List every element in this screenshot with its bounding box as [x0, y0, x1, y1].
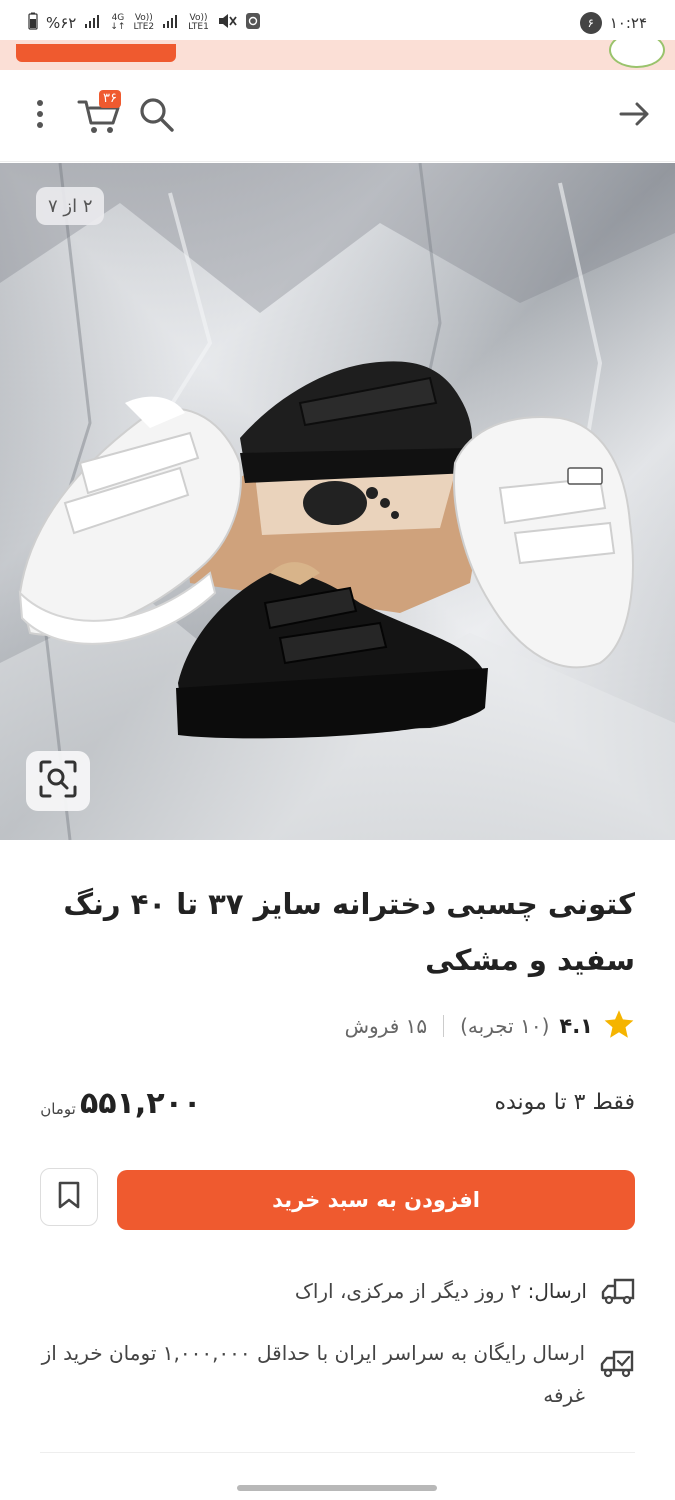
product-details: کتونی چسبی دخترانه سایز ۳۷ تا ۴۰ رنگ سفی…	[0, 840, 675, 1500]
battery-icon	[28, 12, 38, 34]
product-title: کتونی چسبی دخترانه سایز ۳۷ تا ۴۰ رنگ سفی…	[63, 887, 635, 977]
free-shipping-text: ارسال رایگان به سراسر ایران با حداقل ۱,۰…	[41, 1341, 585, 1407]
free-shipping-truck-icon	[599, 1348, 635, 1384]
divider-line	[40, 1452, 635, 1453]
divider	[443, 1015, 445, 1037]
star-icon	[603, 1009, 635, 1044]
zoom-button[interactable]	[26, 751, 90, 811]
stock-remaining: فقط ۳ تا مونده	[494, 1090, 635, 1115]
image-counter: ۲ از ۷	[36, 187, 105, 225]
sales-count: ۱۵ فروش	[344, 1014, 428, 1038]
clock: ۱۰:۲۴	[609, 14, 647, 32]
lte1-indicator: Vo)) LTE1	[188, 13, 209, 32]
search-icon	[136, 94, 176, 138]
rating-row[interactable]: ۴.۱ (۱۰ تجربه) ۱۵ فروش	[345, 1008, 635, 1044]
add-to-cart-button[interactable]: افزودن به سبد خرید	[117, 1170, 635, 1230]
network-4g: 4G ↓↑	[110, 13, 126, 32]
free-shipping-info: ارسال رایگان به سراسر ایران با حداقل ۱,۰…	[37, 1332, 635, 1416]
review-count: (۱۰ تجربه)	[460, 1014, 550, 1038]
cart-button[interactable]: ۳۶	[76, 90, 124, 140]
cart-count-badge: ۳۶	[99, 90, 121, 108]
promo-chip	[16, 44, 176, 62]
signal-icon-2	[162, 13, 180, 33]
shipping-detail: ۲ روز دیگر از مرکزی، اراک	[294, 1279, 522, 1303]
promo-logo	[609, 40, 665, 68]
truck-icon	[601, 1276, 635, 1310]
home-indicator[interactable]	[237, 1485, 437, 1491]
notification-badge: ۶	[579, 12, 602, 34]
battery-percent: %۶۲	[46, 14, 77, 32]
rating-value: ۴.۱	[559, 1014, 593, 1038]
shipping-text: ارسال: ۲ روز دیگر از مرکزی، اراک	[295, 1270, 587, 1312]
more-vertical-icon	[35, 99, 45, 133]
status-right: ۶ ۱۰:۲۴	[579, 10, 647, 36]
shipping-label: ارسال:	[527, 1279, 587, 1303]
price: ۵۵۱,۲۰۰	[80, 1086, 202, 1121]
back-button[interactable]	[611, 92, 659, 140]
signal-icon	[84, 13, 102, 33]
cart-icon: ۳۶	[77, 90, 123, 136]
top-app-bar: ۳۶	[0, 70, 675, 162]
image-search-icon	[38, 759, 78, 803]
promo-banner[interactable]	[0, 40, 675, 70]
status-left: %۶۲ 4G ↓↑ Vo)) LTE2 Vo)) LTE1	[28, 10, 261, 36]
status-bar: %۶۲ 4G ↓↑ Vo)) LTE2 Vo)) LTE1 ۶ ۱۰:۲۴	[0, 0, 675, 44]
lte2-indicator: Vo)) LTE2	[133, 13, 155, 32]
bookmark-button[interactable]	[40, 1168, 98, 1226]
shipping-info: ارسال: ۲ روز دیگر از مرکزی، اراک	[295, 1270, 635, 1312]
search-button[interactable]	[132, 92, 180, 140]
arrow-right-icon	[619, 100, 651, 132]
bookmark-icon	[57, 1180, 81, 1214]
product-image-gallery[interactable]: ۲ از ۷	[0, 163, 675, 840]
currency: تومان	[40, 1100, 76, 1118]
mute-icon	[217, 12, 237, 34]
recycle-icon	[245, 12, 261, 34]
product-image	[0, 163, 675, 840]
more-menu-button[interactable]	[16, 92, 64, 140]
